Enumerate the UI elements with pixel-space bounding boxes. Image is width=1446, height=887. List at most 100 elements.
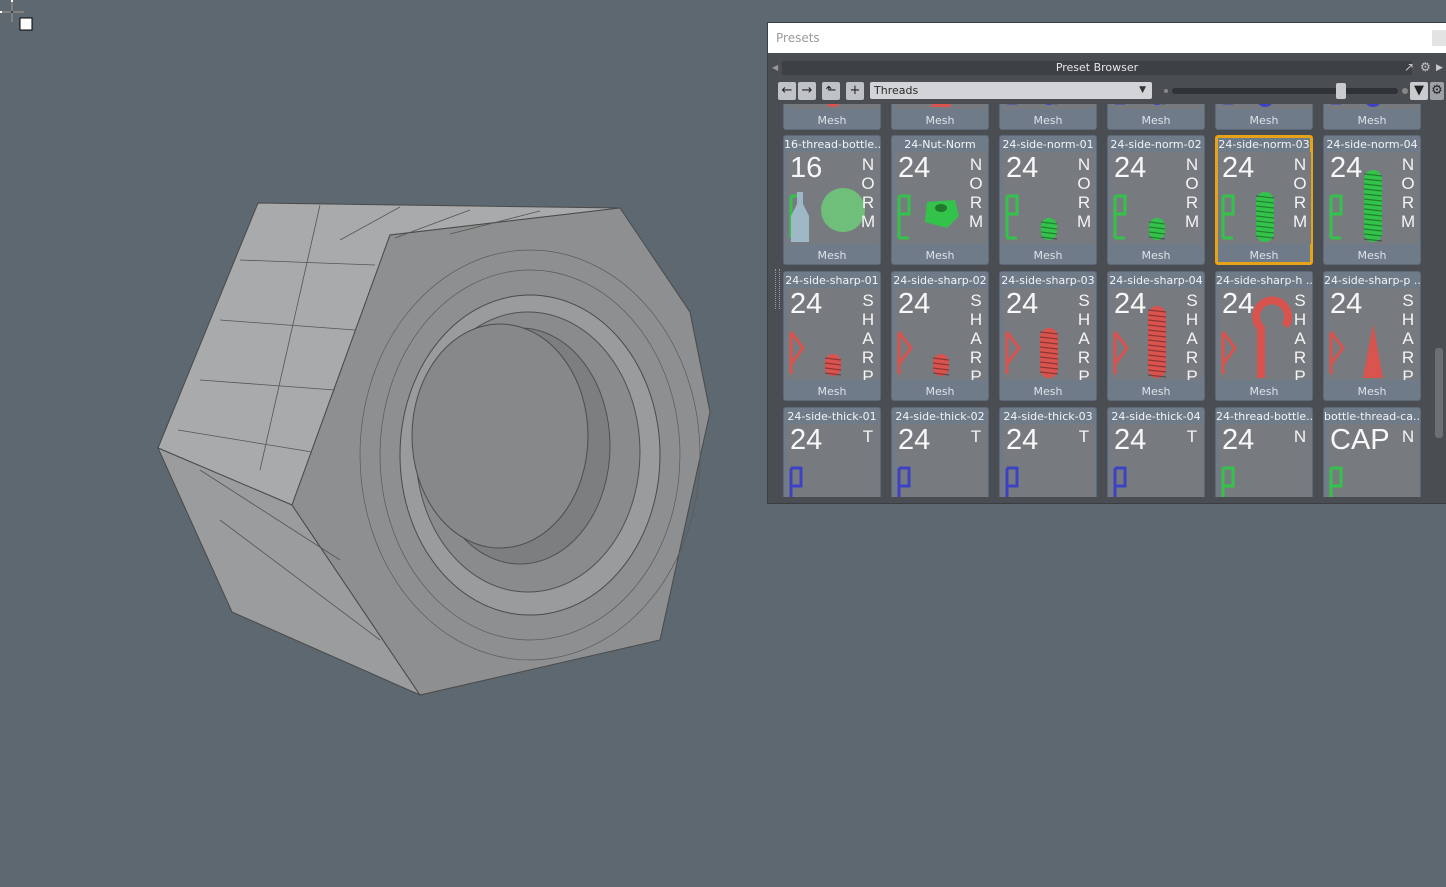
resize-grip[interactable] xyxy=(775,269,780,309)
options-gear-icon[interactable]: ⚙ xyxy=(1430,82,1444,100)
preset-thumbnail: 24 N O R M xyxy=(1111,152,1203,244)
preset-name: 24-Nut-Norm xyxy=(904,138,976,151)
preset-name: bottle-thread-ca... xyxy=(1324,410,1420,423)
thread-style-label: SHARP xyxy=(1293,291,1307,380)
gear-icon[interactable]: ⚙ xyxy=(1420,60,1431,74)
thread-style-label: SHARP xyxy=(1077,291,1091,380)
preset-type: Mesh xyxy=(1141,385,1171,398)
preset-name: 24-thread-bottle... xyxy=(1216,410,1312,423)
zoom-max-icon xyxy=(1402,88,1408,94)
filter-icon[interactable]: ▼ xyxy=(1410,82,1428,100)
thread-style-label: NORM xyxy=(1185,155,1200,231)
thread-style-label: T xyxy=(970,427,982,446)
vertical-scrollbar[interactable] xyxy=(1432,104,1444,497)
preset-tile[interactable]: 24-Nut-Norm 24 N O R M Mesh xyxy=(891,135,989,265)
preset-thumbnail: ICK xyxy=(1111,104,1203,109)
selection-cursor-icon xyxy=(0,0,33,31)
panel-collapse-icon[interactable]: ◀ xyxy=(772,63,780,73)
thread-count-label: 24 xyxy=(1114,152,1147,184)
preset-tile[interactable]: 24-side-sharp-h ... 24 S H A R P Mesh xyxy=(1215,271,1313,401)
preset-tile[interactable]: bottle-thread-ca... CAP N xyxy=(1323,407,1421,497)
window-titlebar[interactable]: Presets xyxy=(768,23,1446,53)
preset-thumbnail: 24 S H A R P xyxy=(895,288,987,380)
thread-count-label: 24 xyxy=(1330,152,1363,184)
preset-tile[interactable]: ICK Mesh xyxy=(999,104,1097,130)
thread-style-label: T xyxy=(862,427,874,446)
preset-thumbnail: 24 T xyxy=(787,424,879,497)
preset-thumbnail: 24 N xyxy=(1219,424,1311,497)
preset-tile[interactable]: ARP Mesh xyxy=(891,104,989,130)
preset-thumbnail: ICK xyxy=(1327,104,1419,109)
preset-thumbnail: 24 S H A R P xyxy=(1327,288,1419,380)
thread-profile-icon xyxy=(1115,104,1165,105)
preset-tile[interactable]: 24-side-thick-02 24 T xyxy=(891,407,989,497)
thread-style-label: N xyxy=(1293,427,1307,446)
thread-profile-icon xyxy=(1007,104,1057,105)
expand-icon[interactable]: ↗ xyxy=(1404,60,1414,74)
thread-style-label: NORM xyxy=(969,155,984,231)
preset-grid[interactable]: ARP Mesh ARP Mesh ICK Mesh ICK Mesh ICK Mesh ICK Me… xyxy=(782,104,1428,497)
preset-name: 24-side-sharp-04 xyxy=(1109,274,1203,287)
thread-count-label: 24 xyxy=(1114,288,1147,320)
thread-count-label: 24 xyxy=(1006,152,1039,184)
preset-thumbnail: 24 S H A R P xyxy=(1111,288,1203,380)
thread-count-label: CAP xyxy=(1330,424,1390,456)
thread-count-label: 24 xyxy=(1114,424,1147,456)
preset-tile[interactable]: 24-side-norm-04 24 N O R M Mesh xyxy=(1323,135,1421,265)
thumbnail-zoom-slider[interactable] xyxy=(1172,83,1398,99)
preset-thumbnail: ARP xyxy=(895,104,987,109)
zoom-slider-handle[interactable] xyxy=(1336,83,1347,99)
forward-button[interactable]: → xyxy=(798,82,816,100)
thread-style-label: SHARP xyxy=(969,291,983,380)
chevron-down-icon: ▼ xyxy=(1139,85,1146,95)
preset-tile[interactable]: 24-thread-bottle... 24 N xyxy=(1215,407,1313,497)
presets-window[interactable]: Presets ◀ Preset Browser ↗ ⚙ ▶ ← → ⬑ + T… xyxy=(768,23,1446,503)
preset-tile[interactable]: 24-side-norm-02 24 N O R M Mesh xyxy=(1107,135,1205,265)
preset-tile[interactable]: ICK Mesh xyxy=(1107,104,1205,130)
preset-type: Mesh xyxy=(1357,249,1387,262)
preset-thumbnail: 24 S H A R P xyxy=(1003,288,1095,380)
thread-profile-icon xyxy=(1223,104,1272,107)
preset-type: Mesh xyxy=(925,249,955,262)
thread-count-label: 24 xyxy=(1222,288,1255,320)
preset-tile[interactable]: 24-side-sharp-02 24 S H A R P Mesh xyxy=(891,271,989,401)
preset-tile[interactable]: ARP Mesh xyxy=(783,104,881,130)
preset-name: 24-side-thick-04 xyxy=(1111,410,1201,423)
close-icon[interactable] xyxy=(1432,30,1446,46)
zoom-min-icon xyxy=(1164,89,1168,93)
add-button[interactable]: + xyxy=(846,82,864,100)
thread-count-label: 24 xyxy=(898,424,931,456)
preset-tile[interactable]: 24-side-thick-03 24 T xyxy=(999,407,1097,497)
parent-folder-button[interactable]: ⬑ xyxy=(822,82,840,100)
preset-tile[interactable]: 24-side-norm-01 24 N O R M Mesh xyxy=(999,135,1097,265)
preset-tile[interactable]: 24-side-sharp-04 24 S H A R P Mesh xyxy=(1107,271,1205,401)
preset-type: Mesh xyxy=(1357,114,1387,127)
thread-style-label: T xyxy=(1186,427,1198,446)
preset-name: 24-side-sharp-02 xyxy=(893,274,987,287)
preset-tile[interactable]: 24-side-sharp-01 24 S H A R P Mesh xyxy=(783,271,881,401)
preset-tile[interactable]: 24-side-thick-01 24 T xyxy=(783,407,881,497)
chevron-right-icon[interactable]: ▶ xyxy=(1436,63,1443,73)
preset-thumbnail: 24 N O R M xyxy=(895,152,987,244)
preset-tile[interactable]: 24-side-sharp-03 24 S H A R P Mesh xyxy=(999,271,1097,401)
preset-tile[interactable]: 16-thread-bottle... 16 N O R M Mesh xyxy=(783,135,881,265)
thread-count-label: 24 xyxy=(1330,288,1363,320)
preset-type: Mesh xyxy=(1249,114,1279,127)
preset-thumbnail: ICK xyxy=(1219,104,1311,109)
preset-tile[interactable]: 24-side-sharp-p ... 24 S H A R P Mesh xyxy=(1323,271,1421,401)
back-button[interactable]: ← xyxy=(778,82,796,100)
preset-name: 24-side-sharp-01 xyxy=(785,274,879,287)
preset-tile[interactable]: 24-side-thick-04 24 T xyxy=(1107,407,1205,497)
path-dropdown[interactable]: Threads ▼ xyxy=(870,82,1152,99)
preset-type: Mesh xyxy=(1249,249,1279,262)
preset-tile[interactable]: ICK Mesh xyxy=(1323,104,1421,130)
preset-type: Mesh xyxy=(817,385,847,398)
thread-count-label: 24 xyxy=(1222,152,1255,184)
thread-count-label: 24 xyxy=(790,288,823,320)
preset-tile[interactable]: ICK Mesh xyxy=(1215,104,1313,130)
preset-type: Mesh xyxy=(925,385,955,398)
scrollbar-thumb[interactable] xyxy=(1435,348,1443,438)
preset-thumbnail: 24 T xyxy=(895,424,987,497)
preset-thumbnail: ICK xyxy=(1003,104,1095,109)
preset-tile[interactable]: 24-side-norm-03 24 N O R M Mesh xyxy=(1215,135,1313,265)
